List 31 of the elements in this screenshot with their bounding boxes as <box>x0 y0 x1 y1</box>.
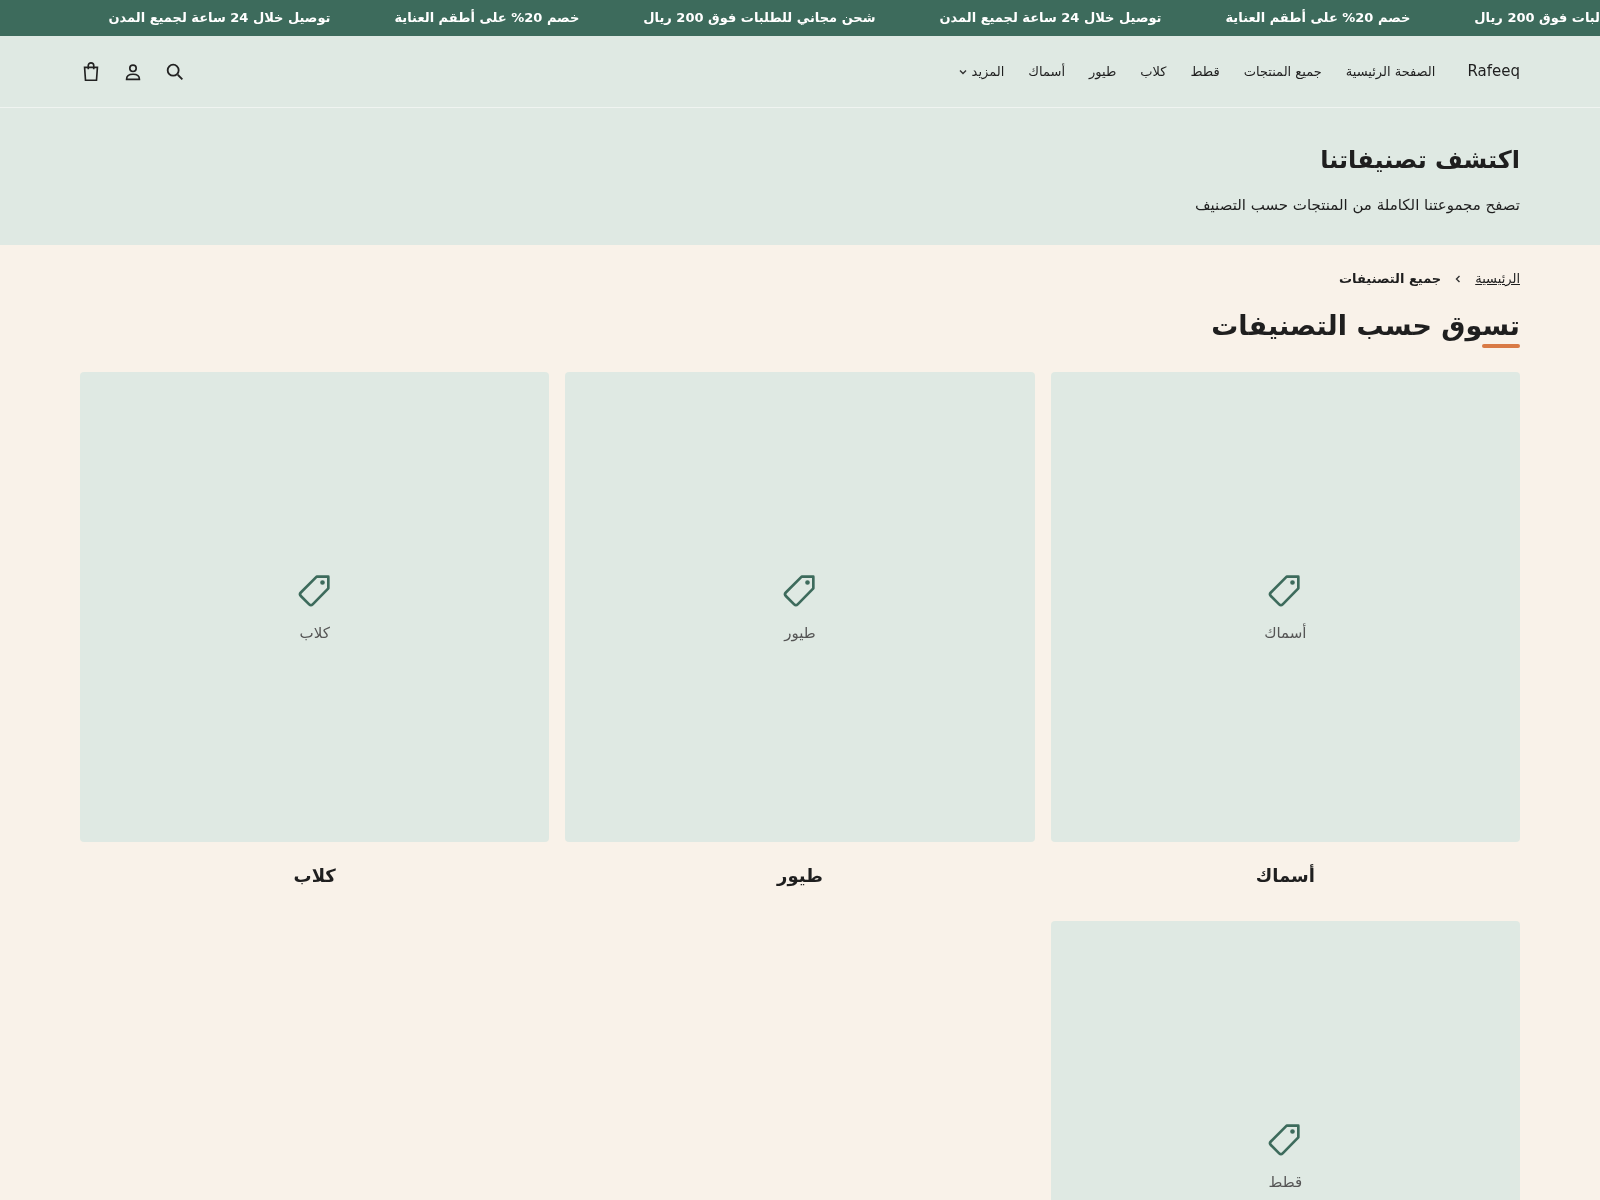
announcement-text: خصم 20% على أطقم العناية <box>394 8 580 28</box>
title-underline <box>1482 344 1520 349</box>
nav-link[interactable]: قطط <box>1190 61 1220 82</box>
category-label: أسماك <box>1264 622 1307 644</box>
category-label: كلاب <box>299 623 330 644</box>
announcement-text: توصيل خلال 24 ساعة لجميع المدن <box>939 9 1162 28</box>
category-title[interactable]: أسماك <box>1050 862 1520 890</box>
category-card[interactable]: كلاب <box>80 372 550 843</box>
category-card[interactable]: قطط <box>1050 921 1520 1200</box>
nav-link[interactable]: المزيد <box>957 61 1005 82</box>
breadcrumb-link[interactable]: الرئيسية <box>1475 269 1520 289</box>
announcement-text: توصيل خلال 24 ساعة لجميع المدن <box>108 9 331 28</box>
nav-link[interactable]: جميع المنتجات <box>1243 61 1322 82</box>
category-title[interactable]: كلاب <box>80 862 550 890</box>
category-title[interactable]: طيور <box>565 862 1035 890</box>
category-label: طيور <box>784 623 816 644</box>
category-label: قطط <box>1268 1172 1303 1193</box>
hero-subtitle: تصفح مجموعتنا الكاملة من المنتجات حسب التصنيف <box>1194 195 1520 216</box>
breadcrumb-current: جميع التصنيفات <box>1339 270 1442 288</box>
nav-link[interactable]: الصفحة الرئيسية <box>1345 61 1436 82</box>
nav-link[interactable]: كلاب <box>1140 61 1167 82</box>
store-logo[interactable]: Rafeeq <box>1467 60 1520 83</box>
announcement-text: خصم 20% على أطقم العناية <box>1225 8 1411 28</box>
announcement-text: لبات فوق 200 ريال <box>1474 9 1600 28</box>
nav-link[interactable]: طيور <box>1089 61 1117 82</box>
section-title: تسوق حسب التصنيفات <box>1211 308 1520 343</box>
announcement-text: شحن مجاني للطلبات فوق 200 ريال <box>643 9 876 28</box>
category-card[interactable]: طيور <box>565 372 1035 843</box>
hero-title: اكتشف تصنيفاتنا <box>1319 145 1520 176</box>
nav-link[interactable]: أسماك <box>1028 61 1065 82</box>
category-card[interactable]: أسماك <box>1050 372 1520 843</box>
